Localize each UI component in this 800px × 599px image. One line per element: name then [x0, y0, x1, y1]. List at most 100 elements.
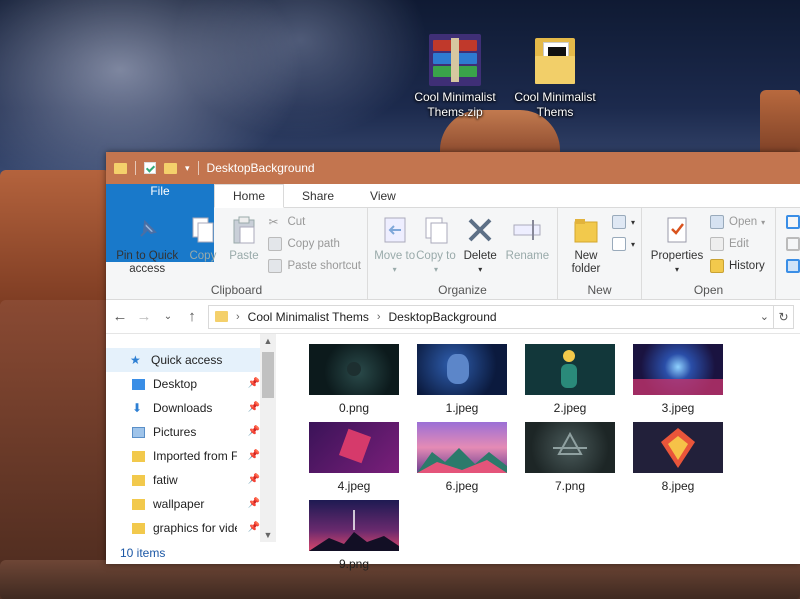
scroll-up-icon[interactable]: ▲: [260, 336, 276, 346]
nav-quick-access[interactable]: ★ Quick access: [106, 348, 276, 372]
pin-icon[interactable]: 📌: [248, 450, 260, 461]
file-item[interactable]: 0.png: [300, 344, 408, 422]
item-count: 10 items: [120, 546, 166, 560]
customize-toolbar-dropdown-icon[interactable]: ▾: [185, 163, 190, 174]
pin-icon[interactable]: 📌: [248, 474, 260, 485]
cut-label: Cut: [287, 216, 306, 228]
nav-scrollbar[interactable]: ▲ ▼: [260, 334, 276, 542]
breadcrumb-item[interactable]: DesktopBackground: [389, 310, 497, 324]
nav-downloads[interactable]: ⬇ Downloads 📌: [106, 396, 276, 420]
downloads-folder-icon: ⬇: [132, 400, 143, 415]
address-row: ← → ⌄ ↑ › Cool Minimalist Thems › Deskto…: [106, 300, 800, 334]
file-item[interactable]: 4.jpeg: [300, 422, 408, 500]
nav-imported[interactable]: Imported from F 📌: [106, 444, 276, 468]
folder-icon: [529, 34, 581, 86]
winrar-archive-icon: [429, 34, 481, 86]
pin-icon[interactable]: 📌: [248, 498, 260, 509]
breadcrumb-separator-icon[interactable]: ›: [236, 311, 240, 323]
file-name: 2.jpeg: [553, 401, 587, 415]
file-item[interactable]: 8.jpeg: [624, 422, 732, 500]
file-thumbnail: [633, 344, 723, 395]
address-dropdown-chevron-icon[interactable]: ⌄: [760, 310, 769, 323]
file-thumbnail: [525, 344, 615, 395]
nav-graphics[interactable]: graphics for vide 📌: [106, 516, 276, 540]
properties-button[interactable]: Properties ▾: [648, 212, 706, 281]
file-thumbnail: [633, 422, 723, 473]
recent-locations-chevron-icon[interactable]: ⌄: [160, 311, 176, 322]
navigation-pane: ★ Quick access Desktop 📌 ⬇ Downloads 📌 P…: [106, 334, 276, 542]
forward-arrow-icon[interactable]: →: [136, 308, 152, 325]
refresh-icon[interactable]: ↻: [773, 305, 793, 328]
file-item[interactable]: 7.png: [516, 422, 624, 500]
nav-label: Desktop: [153, 377, 198, 391]
file-name: 7.png: [554, 479, 586, 493]
copy-button[interactable]: Copy: [182, 212, 223, 281]
tab-view[interactable]: View: [352, 184, 414, 207]
copy-to-button[interactable]: Copy to ▾: [415, 212, 456, 281]
breadcrumb-item[interactable]: Cool Minimalist Thems: [248, 310, 369, 324]
history-button[interactable]: History: [710, 258, 765, 274]
desktop-icon-folder[interactable]: Cool Minimalist Thems: [510, 34, 600, 120]
edit-button[interactable]: Edit: [710, 236, 765, 252]
pin-icon[interactable]: 📌: [248, 402, 260, 413]
desktop-icon-label: Cool Minimalist Thems: [514, 90, 596, 119]
copy-icon: [187, 214, 219, 246]
new-folder-icon[interactable]: [164, 162, 177, 174]
invert-selection-button[interactable]: [786, 258, 800, 274]
copy-path-button[interactable]: Copy path: [268, 236, 361, 252]
file-item[interactable]: 1.jpeg: [408, 344, 516, 422]
rename-button[interactable]: Rename: [504, 212, 551, 281]
tab-home[interactable]: Home: [214, 184, 285, 208]
nav-pictures[interactable]: Pictures 📌: [106, 420, 276, 444]
rename-label: Rename: [505, 250, 550, 262]
folder-icon: [215, 311, 228, 322]
pin-to-quick-access-button[interactable]: Pin to Quick access: [112, 212, 182, 281]
nav-fatiw[interactable]: fatiw 📌: [106, 468, 276, 492]
new-item-button[interactable]: ▾: [611, 214, 635, 230]
pin-icon[interactable]: 📌: [248, 378, 260, 389]
quick-access-toolbar: ▾: [114, 161, 199, 175]
explorer-window: ▾ DesktopBackground File Home Share View…: [106, 152, 800, 571]
nav-wallpaper[interactable]: wallpaper 📌: [106, 492, 276, 516]
file-item[interactable]: 3.jpeg: [624, 344, 732, 422]
up-arrow-icon[interactable]: ↑: [184, 308, 200, 325]
pin-icon[interactable]: 📌: [248, 522, 260, 533]
paste-shortcut-icon: [268, 259, 283, 273]
new-folder-button[interactable]: New folder: [564, 212, 608, 281]
easy-access-button[interactable]: ▾: [611, 236, 635, 252]
folder-icon: [132, 450, 145, 462]
move-to-button[interactable]: Move to ▾: [374, 212, 415, 281]
tab-share[interactable]: Share: [284, 184, 352, 207]
select-none-icon: [786, 237, 800, 251]
folder-icon: [132, 498, 145, 510]
desktop-icon-zip[interactable]: Cool Minimalist Thems.zip: [410, 34, 500, 120]
nav-desktop[interactable]: Desktop 📌: [106, 372, 276, 396]
paste-icon: [228, 214, 260, 246]
select-none-button[interactable]: [786, 236, 800, 252]
pin-icon[interactable]: 📌: [248, 426, 260, 437]
properties-check-icon[interactable]: [144, 162, 156, 174]
properties-icon: [661, 214, 693, 246]
nav-label: Imported from F: [153, 449, 237, 463]
file-name: 8.jpeg: [661, 479, 695, 493]
open-group-label: Open: [693, 283, 724, 297]
file-item[interactable]: 6.jpeg: [408, 422, 516, 500]
back-arrow-icon[interactable]: ←: [112, 308, 128, 325]
file-item[interactable]: 2.jpeg: [516, 344, 624, 422]
cut-button[interactable]: ✂ Cut: [268, 214, 361, 230]
file-item[interactable]: 9.png: [300, 500, 408, 578]
delete-button[interactable]: Delete ▾: [457, 212, 504, 281]
open-button[interactable]: Open ▾: [710, 214, 765, 230]
file-thumbnail: [417, 344, 507, 395]
select-all-button[interactable]: [786, 214, 800, 230]
paste-button[interactable]: Paste: [223, 212, 264, 281]
scroll-down-icon[interactable]: ▼: [260, 530, 276, 540]
window-title: DesktopBackground: [206, 161, 315, 175]
paste-shortcut-button[interactable]: Paste shortcut: [268, 258, 361, 274]
address-bar[interactable]: › Cool Minimalist Thems › DesktopBackgro…: [208, 304, 794, 329]
edit-label: Edit: [729, 238, 749, 250]
star-icon: ★: [130, 352, 141, 367]
file-thumbnail: [309, 344, 399, 395]
scroll-thumb[interactable]: [262, 352, 274, 398]
breadcrumb-separator-icon[interactable]: ›: [377, 311, 381, 323]
